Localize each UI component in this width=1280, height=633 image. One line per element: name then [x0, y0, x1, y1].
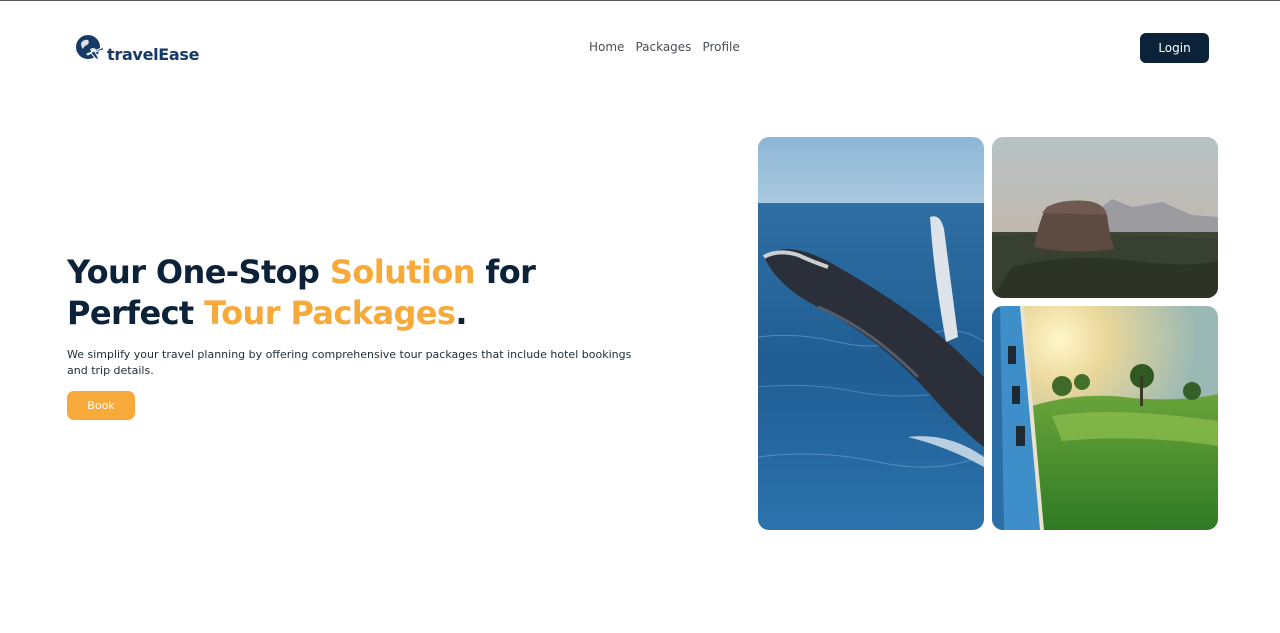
- rock-fortress-photo: [992, 137, 1218, 298]
- hero-description: We simplify your travel planning by offe…: [67, 348, 632, 377]
- hero-title-part2: for: [474, 253, 536, 291]
- book-button[interactable]: Book: [67, 391, 135, 420]
- brand-logo[interactable]: travelEase: [75, 33, 200, 65]
- nav-profile[interactable]: Profile: [702, 40, 739, 54]
- hero-title-accent1: Solution: [329, 253, 476, 291]
- nav-home[interactable]: Home: [589, 40, 624, 54]
- main-nav: Home Packages Profile: [589, 40, 740, 54]
- hero-title: Your One-Stop Solution for Perfect Tour …: [67, 252, 627, 334]
- hero-title-end: .: [455, 294, 467, 332]
- hero-title-accent2: Tour Packages: [204, 294, 456, 332]
- nav-packages[interactable]: Packages: [635, 40, 691, 54]
- train-hills-photo: [992, 306, 1218, 530]
- globe-plane-icon: [75, 34, 105, 64]
- hero-title-part1: Your One-Stop: [67, 253, 330, 291]
- whale-photo: [758, 137, 984, 530]
- login-button[interactable]: Login: [1140, 33, 1209, 63]
- hero-title-part3: Perfect: [67, 294, 205, 332]
- window-top-border: [0, 0, 1280, 1]
- brand-name: travelEase: [107, 44, 200, 64]
